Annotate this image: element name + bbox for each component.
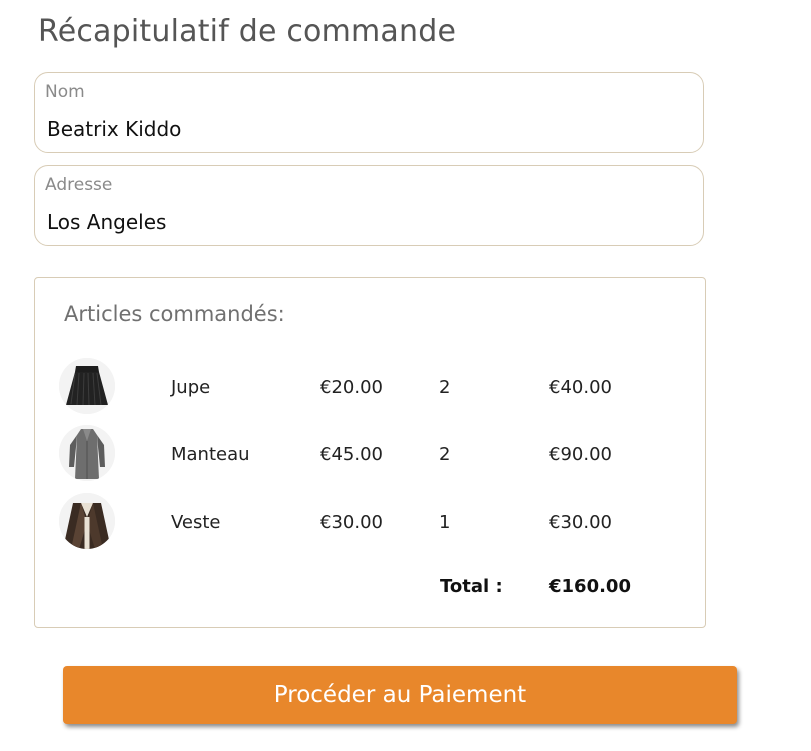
item-subtotal: €30.00 xyxy=(549,512,612,533)
item-quantity: 2 xyxy=(439,444,451,465)
total-label: Total : xyxy=(440,576,503,597)
item-subtotal: €40.00 xyxy=(549,377,612,398)
item-price: €20.00 xyxy=(320,377,383,398)
proceed-to-payment-button[interactable]: Procéder au Paiement xyxy=(63,666,737,724)
item-price: €45.00 xyxy=(320,444,383,465)
item-subtotal: €90.00 xyxy=(549,444,612,465)
total-value: €160.00 xyxy=(549,576,631,597)
name-field-label: Nom xyxy=(45,82,85,102)
item-quantity: 1 xyxy=(439,512,451,533)
item-name: Jupe xyxy=(171,377,211,398)
item-quantity: 2 xyxy=(439,377,451,398)
page-title: Récapitulatif de commande xyxy=(38,14,457,49)
jacket-image xyxy=(59,493,115,549)
coat-image xyxy=(59,425,115,481)
ordered-items-panel: Articles commandés: Jupe €20.00 2 €40.00 xyxy=(34,277,706,628)
name-field[interactable]: Nom xyxy=(34,72,704,153)
ordered-items-heading: Articles commandés: xyxy=(64,302,285,326)
name-input[interactable] xyxy=(47,117,687,141)
order-item-row: Manteau €45.00 2 €90.00 xyxy=(35,425,705,485)
address-field-label: Adresse xyxy=(45,175,113,195)
skirt-image xyxy=(59,358,115,414)
item-name: Veste xyxy=(171,512,221,533)
item-price: €30.00 xyxy=(320,512,383,533)
order-item-row: Veste €30.00 1 €30.00 xyxy=(35,493,705,553)
address-input[interactable] xyxy=(47,210,687,234)
order-item-row: Jupe €20.00 2 €40.00 xyxy=(35,358,705,418)
item-name: Manteau xyxy=(171,444,250,465)
address-field[interactable]: Adresse xyxy=(34,165,704,246)
